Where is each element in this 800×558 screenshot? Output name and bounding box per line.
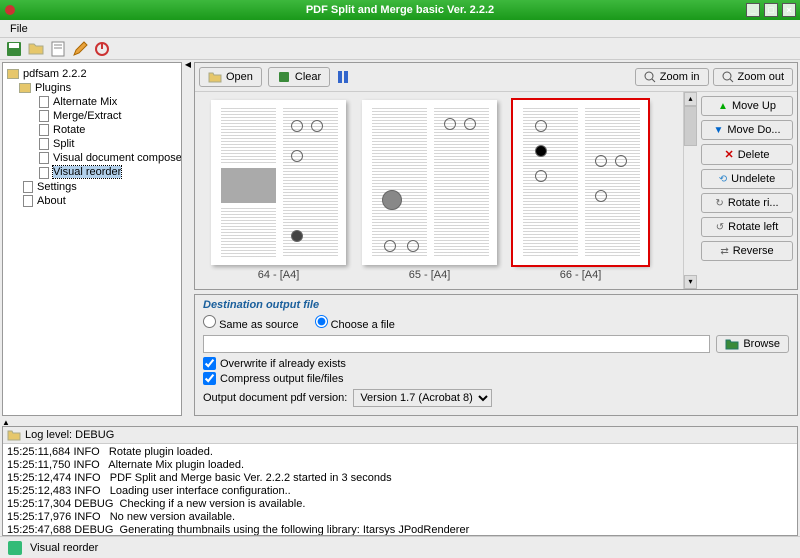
overwrite-checkbox[interactable] [203,357,216,370]
delete-x-icon: ✕ [724,148,733,161]
destination-legend: Destination output file [203,299,789,311]
tree-rotate[interactable]: Rotate [7,123,177,137]
zoom-out-button[interactable]: Zoom out [713,68,793,86]
zoom-in-button[interactable]: Zoom in [635,68,709,86]
window-title: PDF Split and Merge basic Ver. 2.2.2 [306,4,494,16]
status-bar: Visual reorder [0,536,800,558]
log-text[interactable]: 15:25:11,684 INFO Rotate plugin loaded. … [3,444,797,535]
tree-visual-reorder[interactable]: Visual reorder [7,165,177,179]
tree-alternate-mix[interactable]: Alternate Mix [7,95,177,109]
choose-a-file-radio[interactable]: Choose a file [315,315,395,331]
arrow-down-icon: ▼ [713,125,723,136]
page-thumbnail[interactable]: 65 - [A4] [362,100,497,281]
tree-root[interactable]: pdfsam 2.2.2 [7,67,177,81]
scroll-up-arrow[interactable]: ▴ [684,92,697,106]
thumbnail-caption: 64 - [A4] [258,269,300,281]
vertical-splitter[interactable]: ◀ [184,60,192,418]
tree-split[interactable]: Split [7,137,177,151]
tree-settings[interactable]: Settings [7,180,177,194]
page-thumbnail[interactable]: 64 - [A4] [211,100,346,281]
thumbnail-scrollbar[interactable]: ▴ ▾ [683,92,697,289]
clear-button[interactable]: Clear [268,67,330,87]
thumbnail-panel: Open Clear Zoom in Zoom out [194,62,798,290]
undelete-icon: ⟲ [719,174,727,185]
destination-panel: Destination output file Same as source C… [194,294,798,416]
zoom-in-icon [644,71,656,83]
edit-icon[interactable] [72,41,88,57]
compress-label: Compress output file/files [220,373,344,385]
log-panel: Log level: DEBUG 15:25:11,684 INFO Rotat… [2,426,798,536]
scroll-down-arrow[interactable]: ▾ [684,275,697,289]
thumbnail-caption: 66 - [A4] [560,269,602,281]
page-thumbnail[interactable]: 66 - [A4] [513,100,648,281]
status-icon [8,541,22,555]
output-path-field[interactable] [203,335,710,353]
tree-visual-composer[interactable]: Visual document composer [7,151,177,165]
zoom-out-icon [722,71,734,83]
main-toolbar [0,38,800,60]
minimize-button[interactable]: _ [746,3,760,17]
browse-button[interactable]: Browse [716,335,789,353]
pdf-version-label: Output document pdf version: [203,392,347,404]
tree-merge-extract[interactable]: Merge/Extract [7,109,177,123]
reorder-actions: ▲Move Up ▼Move Do... ✕Delete ⟲Undelete ↻… [697,92,797,289]
same-as-source-radio[interactable]: Same as source [203,315,299,331]
close-button[interactable]: × [782,3,796,17]
tree-about[interactable]: About [7,194,177,208]
folder-browse-icon [725,338,739,350]
menu-file[interactable]: File [6,23,32,35]
menu-bar: File [0,20,800,38]
thumbnail-caption: 65 - [A4] [409,269,451,281]
log-folder-icon[interactable] [7,429,21,441]
scrollbar-thumb[interactable] [684,106,697,146]
rotate-left-icon: ↺ [716,222,724,233]
status-text: Visual reorder [30,542,98,554]
reverse-button[interactable]: ⇄Reverse [701,241,793,261]
horizontal-splitter[interactable]: ▲ [0,418,800,426]
info-icon[interactable] [336,70,350,84]
clear-icon [277,70,291,84]
overwrite-label: Overwrite if already exists [220,358,346,370]
app-icon [4,4,16,16]
window-titlebar: PDF Split and Merge basic Ver. 2.2.2 _ □… [0,0,800,20]
log-level-label: Log level: DEBUG [25,429,114,441]
save-icon[interactable] [6,41,22,57]
reverse-icon: ⇄ [720,246,728,257]
thumbnail-list: 64 - [A4] 65 - [A4] [195,92,683,289]
undelete-button[interactable]: ⟲Undelete [701,169,793,189]
tree-plugins[interactable]: Plugins [7,81,177,95]
arrow-up-icon: ▲ [718,101,728,112]
rotate-right-button[interactable]: ↻Rotate ri... [701,193,793,213]
folder-icon[interactable] [28,41,44,57]
exit-icon[interactable] [94,41,110,57]
open-button[interactable]: Open [199,67,262,87]
pdf-version-select[interactable]: Version 1.7 (Acrobat 8) [353,389,492,407]
plugin-tree: pdfsam 2.2.2 Plugins Alternate Mix Merge… [2,62,182,416]
open-folder-icon [208,70,222,84]
move-up-button[interactable]: ▲Move Up [701,96,793,116]
rotate-left-button[interactable]: ↺Rotate left [701,217,793,237]
move-down-button[interactable]: ▼Move Do... [701,120,793,140]
compress-checkbox[interactable] [203,372,216,385]
maximize-button[interactable]: □ [764,3,778,17]
delete-button[interactable]: ✕Delete [701,144,793,165]
log-icon[interactable] [50,41,66,57]
rotate-right-icon: ↻ [715,198,723,209]
